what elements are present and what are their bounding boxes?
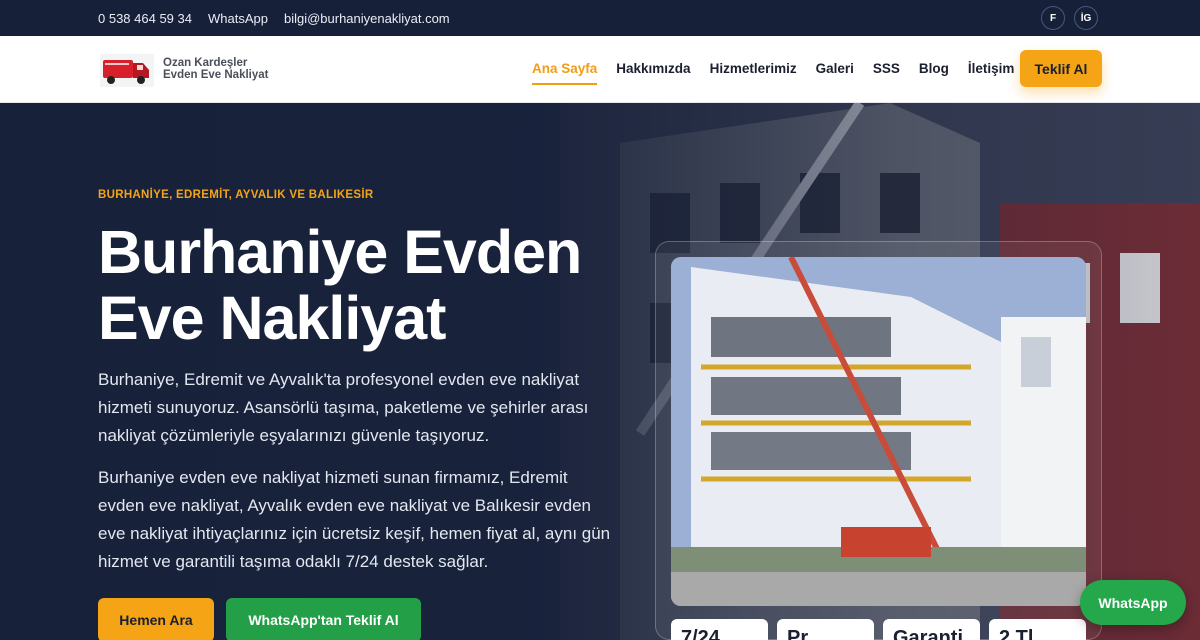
hemen-ara-button[interactable]: Hemen Ara — [98, 598, 214, 640]
email-link[interactable]: bilgi@burhaniyenakliyat.com — [284, 11, 450, 26]
brand-line-1: Ozan Kardeşler — [163, 57, 248, 69]
nav-menu: Ana Sayfa Hakkımızda Hizmetlerimiz Galer… — [532, 61, 1015, 85]
whatsapp-link[interactable]: WhatsApp — [208, 11, 268, 26]
social-links: F İG — [1041, 6, 1098, 30]
hero-paragraph-1: Burhaniye, Edremit ve Ayvalık'ta profesy… — [98, 370, 589, 445]
stat-card-4: 2 Tl... — [989, 619, 1086, 640]
brand-name: Ozan Kardeşler Evden Eve Nakliyat — [163, 57, 268, 81]
hero-paragraph-2: Burhaniye evden eve nakliyat hizmeti sun… — [98, 468, 611, 571]
whatsapp-teklif-button[interactable]: WhatsApp'tan Teklif Al — [226, 598, 421, 640]
teklif-al-button[interactable]: Teklif Al — [1020, 50, 1102, 87]
hero-section: BURHANİYE, EDREMİT, AYVALIK VE BALIKESİR… — [0, 103, 1200, 640]
floating-whatsapp-button[interactable]: WhatsApp — [1080, 580, 1186, 625]
nav-item-galeri[interactable]: Galeri — [816, 61, 854, 82]
nav-item-blog[interactable]: Blog — [919, 61, 949, 82]
hero-title: Burhaniye Evden Eve Nakliyat — [98, 218, 582, 352]
truck-logo-icon — [100, 54, 154, 87]
brand-line-2: Evden Eve Nakliyat — [163, 69, 269, 81]
facebook-icon[interactable]: F — [1041, 6, 1065, 30]
nav-item-sss[interactable]: SSS — [873, 61, 900, 82]
main-navigation: Ozan Kardeşler Evden Eve Nakliyat Ana Sa… — [0, 36, 1200, 103]
top-bar: 0 538 464 59 34 WhatsApp bilgi@burhaniye… — [0, 0, 1200, 36]
stat-card-2: Pr... — [777, 619, 874, 640]
instagram-icon[interactable]: İG — [1074, 6, 1098, 30]
nav-item-hakkimizda[interactable]: Hakkımızda — [616, 61, 690, 82]
stat-card-3: Garanti — [883, 619, 980, 640]
nav-item-hizmetlerimiz[interactable]: Hizmetlerimiz — [710, 61, 797, 82]
hero-eyebrow: BURHANİYE, EDREMİT, AYVALIK VE BALIKESİR — [98, 189, 374, 201]
phone-link[interactable]: 0 538 464 59 34 — [98, 11, 192, 26]
nav-item-ana-sayfa[interactable]: Ana Sayfa — [532, 61, 598, 85]
brand-logo[interactable]: Ozan Kardeşler Evden Eve Nakliyat — [99, 50, 268, 88]
stat-card-1: 7/24 — [671, 619, 768, 640]
moving-lift-image — [671, 257, 1086, 606]
nav-item-iletisim[interactable]: İletişim — [968, 61, 1015, 82]
contact-info: 0 538 464 59 34 WhatsApp bilgi@burhaniye… — [98, 11, 450, 26]
moving-lift-photo — [671, 257, 1086, 606]
